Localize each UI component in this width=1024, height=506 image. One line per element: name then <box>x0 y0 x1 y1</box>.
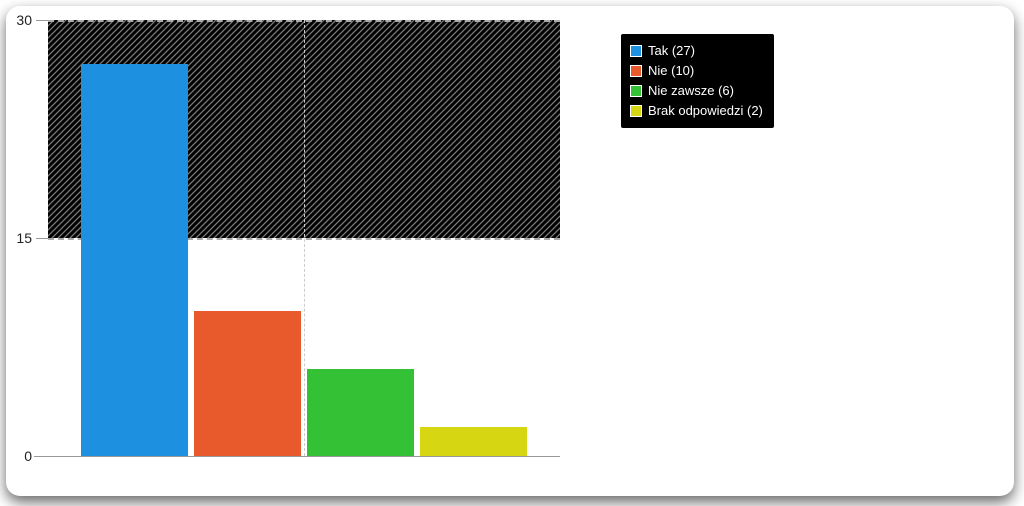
bar <box>307 369 414 456</box>
legend-label: Tak (27) <box>648 41 695 61</box>
legend-label: Brak odpowiedzi (2) <box>648 101 763 121</box>
y-tick <box>36 456 48 457</box>
legend-swatch <box>630 45 642 57</box>
bar <box>420 427 527 456</box>
y-tick-label: 30 <box>16 12 32 28</box>
legend-label: Nie zawsze (6) <box>648 81 734 101</box>
y-tick <box>36 20 48 21</box>
y-tick-label: 15 <box>16 230 32 246</box>
bar <box>81 64 188 456</box>
legend-item: Brak odpowiedzi (2) <box>630 101 763 121</box>
legend-item: Nie zawsze (6) <box>630 81 763 101</box>
legend: Tak (27) Nie (10) Nie zawsze (6) Brak od… <box>621 34 774 128</box>
legend-label: Nie (10) <box>648 61 694 81</box>
plot-area: 0 15 30 <box>48 20 560 456</box>
legend-swatch <box>630 105 642 117</box>
legend-item: Tak (27) <box>630 41 763 61</box>
gridline <box>48 20 560 22</box>
bar <box>194 311 301 456</box>
legend-swatch <box>630 65 642 77</box>
legend-item: Nie (10) <box>630 61 763 81</box>
y-tick <box>36 238 48 239</box>
y-tick-label: 0 <box>24 448 32 464</box>
chart-card: 0 15 30 Tak (27) Nie (10) Nie zawsze (6)… <box>6 6 1014 496</box>
x-axis-baseline <box>34 456 560 457</box>
legend-swatch <box>630 85 642 97</box>
